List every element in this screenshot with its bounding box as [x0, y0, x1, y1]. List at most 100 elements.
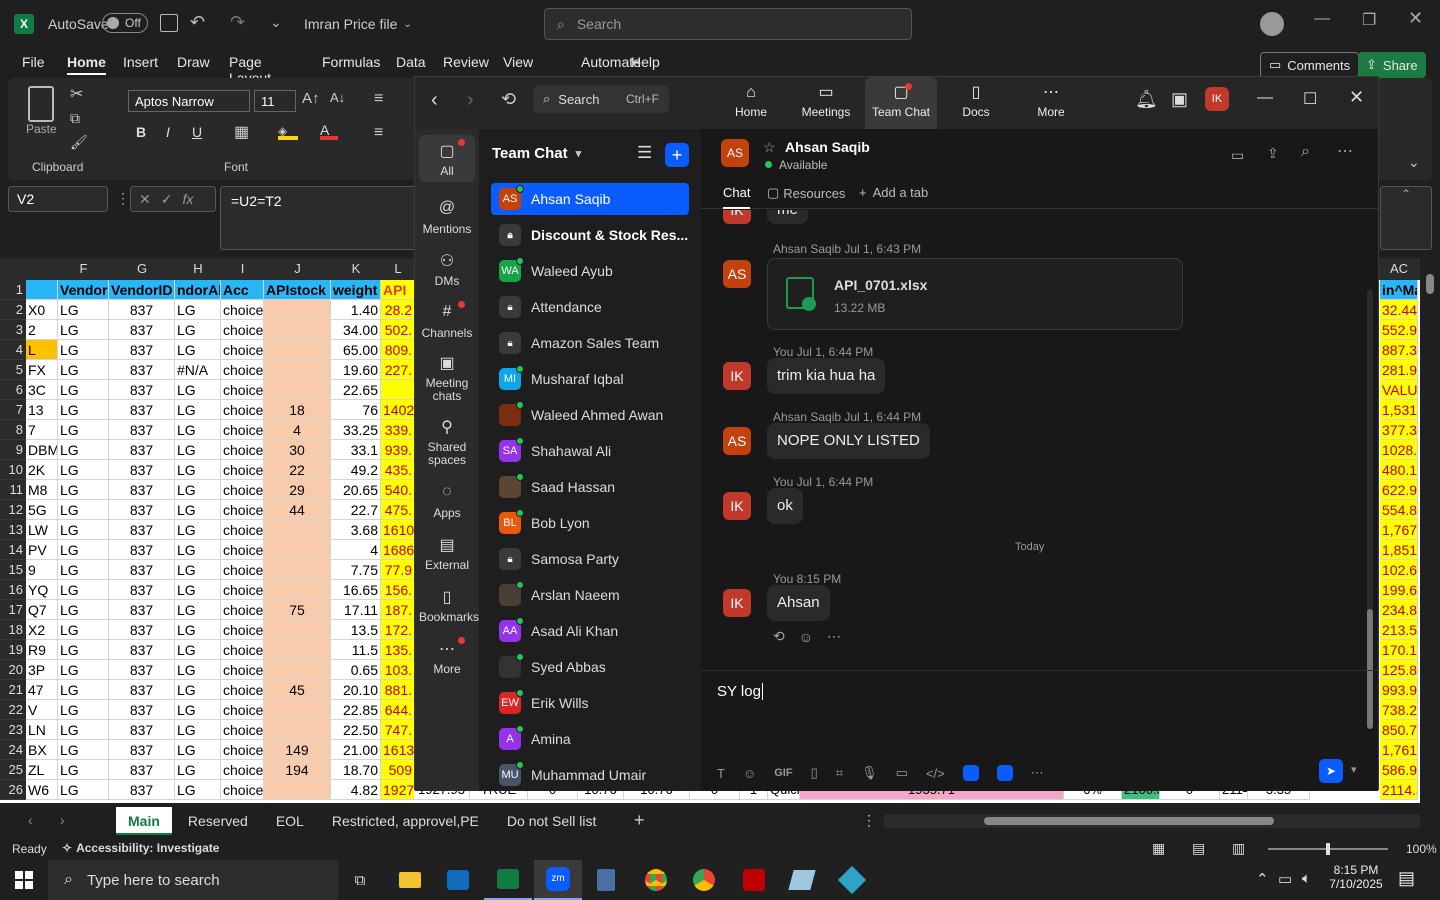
cell[interactable]: LG: [58, 520, 109, 540]
cell[interactable]: 622.95: [1380, 480, 1418, 500]
column-header[interactable]: L: [381, 258, 415, 280]
align-top-icon[interactable]: ≡: [374, 90, 383, 108]
chat-scrollbar[interactable]: [1367, 289, 1373, 729]
row-header[interactable]: 17: [0, 600, 26, 620]
redo-icon[interactable]: ↷: [230, 12, 245, 33]
cell[interactable]: VALUE: [1380, 380, 1418, 400]
row-header[interactable]: 13: [0, 520, 26, 540]
cell[interactable]: 227.: [381, 360, 415, 380]
cell[interactable]: R9: [26, 640, 58, 660]
row-header[interactable]: 3: [0, 320, 26, 340]
chrome-icon[interactable]: [632, 860, 680, 900]
send-options-icon[interactable]: ▾: [1351, 763, 1357, 776]
cell[interactable]: 1402: [381, 400, 415, 420]
cell[interactable]: 149: [264, 740, 331, 760]
cell[interactable]: [264, 360, 331, 380]
cell[interactable]: 199.62: [1380, 580, 1418, 600]
cell[interactable]: LG: [175, 660, 221, 680]
cell[interactable]: choice: [221, 300, 264, 320]
cell[interactable]: 11.5: [331, 640, 381, 660]
app-icon[interactable]: [828, 860, 876, 900]
sheet-tab[interactable]: EOL: [264, 807, 316, 835]
cell[interactable]: 1686: [381, 540, 415, 560]
sheet-tab[interactable]: Restricted, approvel,PE: [320, 807, 491, 835]
cell[interactable]: LG: [58, 420, 109, 440]
video-call-icon[interactable]: ▭: [1231, 147, 1244, 164]
cell[interactable]: LN: [26, 720, 58, 740]
cell[interactable]: choice: [221, 740, 264, 760]
cell[interactable]: LG: [175, 520, 221, 540]
cell[interactable]: 32.44: [1380, 300, 1418, 320]
column-header[interactable]: I: [221, 258, 264, 280]
cell[interactable]: LG: [175, 560, 221, 580]
cell[interactable]: 837: [109, 720, 175, 740]
cell[interactable]: LG: [58, 360, 109, 380]
search-icon[interactable]: ⌕: [1301, 143, 1310, 161]
cell[interactable]: ZL: [26, 760, 58, 780]
cell[interactable]: [264, 720, 331, 740]
cell[interactable]: 837: [109, 320, 175, 340]
header-cell[interactable]: API: [381, 280, 415, 300]
cell[interactable]: 586.99: [1380, 760, 1418, 780]
sheet-tab[interactable]: Do not Sell list: [495, 807, 608, 835]
cell[interactable]: 837: [109, 640, 175, 660]
cell[interactable]: 554.86: [1380, 500, 1418, 520]
cell[interactable]: choice: [221, 620, 264, 640]
rail-meeting-chats[interactable]: ▣ Meeting chats: [419, 347, 475, 407]
menu-data[interactable]: Data: [396, 54, 426, 70]
cell[interactable]: [264, 540, 331, 560]
contact-item[interactable]: 🔒︎ Attendance: [491, 291, 689, 323]
expand-formula-bar[interactable]: ⌃: [1380, 186, 1432, 250]
cell[interactable]: choice: [221, 480, 264, 500]
cell[interactable]: 103.: [381, 660, 415, 680]
paste-icon[interactable]: [28, 86, 54, 122]
cell[interactable]: 837: [109, 760, 175, 780]
cell[interactable]: 76: [331, 400, 381, 420]
cell[interactable]: 13: [26, 400, 58, 420]
undo-icon[interactable]: ↶: [190, 12, 205, 33]
sheet-tab[interactable]: Reserved: [176, 807, 260, 835]
name-box[interactable]: V2: [8, 186, 108, 212]
cell[interactable]: 837: [109, 660, 175, 680]
audio-icon[interactable]: 🎙︎: [861, 765, 878, 781]
cell[interactable]: 20.10: [331, 680, 381, 700]
row-header[interactable]: 22: [0, 700, 26, 720]
header-cell[interactable]: Vendor: [58, 280, 109, 300]
more-options-icon[interactable]: ⋯: [1337, 141, 1353, 161]
contact-item[interactable]: EW Erik Wills: [491, 687, 689, 719]
header-cell[interactable]: Acc: [221, 280, 264, 300]
cell[interactable]: 187.: [381, 600, 415, 620]
contact-item[interactable]: SA Shahawal Ali: [491, 435, 689, 467]
close-icon[interactable]: ✕: [1349, 87, 1364, 108]
cell[interactable]: choice: [221, 380, 264, 400]
cell[interactable]: LG: [175, 460, 221, 480]
cell[interactable]: V: [26, 700, 58, 720]
row-header[interactable]: 11: [0, 480, 26, 500]
cell[interactable]: 30: [264, 440, 331, 460]
cell[interactable]: 837: [109, 600, 175, 620]
cell[interactable]: 475.: [381, 500, 415, 520]
comments-button[interactable]: ▭ Comments: [1260, 52, 1360, 78]
cell[interactable]: 837: [109, 520, 175, 540]
cell[interactable]: 540.: [381, 480, 415, 500]
excel-taskbar-icon[interactable]: [484, 860, 532, 900]
cell[interactable]: FX: [26, 360, 58, 380]
cell[interactable]: LG: [58, 620, 109, 640]
row-header[interactable]: 16: [0, 580, 26, 600]
contact-item[interactable]: MU Muhammad Umair: [491, 759, 689, 791]
cell[interactable]: YQ: [26, 580, 58, 600]
cell[interactable]: 125.86: [1380, 660, 1418, 680]
header-cell[interactable]: in^Ma: [1380, 280, 1418, 300]
cell[interactable]: LG: [175, 340, 221, 360]
page-layout-icon[interactable]: ▤: [1192, 840, 1205, 857]
chrome-icon[interactable]: [680, 860, 728, 900]
cell[interactable]: choice: [221, 340, 264, 360]
cell[interactable]: choice: [221, 640, 264, 660]
format-painter-icon[interactable]: 🖌: [70, 134, 88, 151]
rail-more[interactable]: ⋯ More: [419, 633, 475, 680]
cell[interactable]: 7.75: [331, 560, 381, 580]
cell[interactable]: 135.: [381, 640, 415, 660]
cell[interactable]: 837: [109, 780, 175, 800]
menu-help[interactable]: Help: [631, 54, 660, 70]
cell[interactable]: LG: [58, 440, 109, 460]
